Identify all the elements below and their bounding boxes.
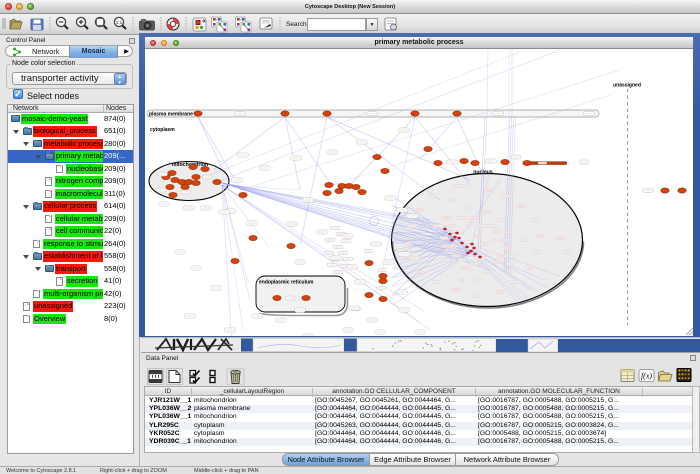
- svg-text:cytoplasm: cytoplasm: [150, 127, 175, 133]
- svg-text:endoplasmic reticulum: endoplasmic reticulum: [259, 280, 314, 286]
- svg-text:plasma membrane: plasma membrane: [149, 112, 193, 118]
- svg-text:unassigned: unassigned: [613, 83, 641, 89]
- svg-text:f(x): f(x): [641, 372, 652, 381]
- svg-text:1:1: 1:1: [116, 20, 123, 25]
